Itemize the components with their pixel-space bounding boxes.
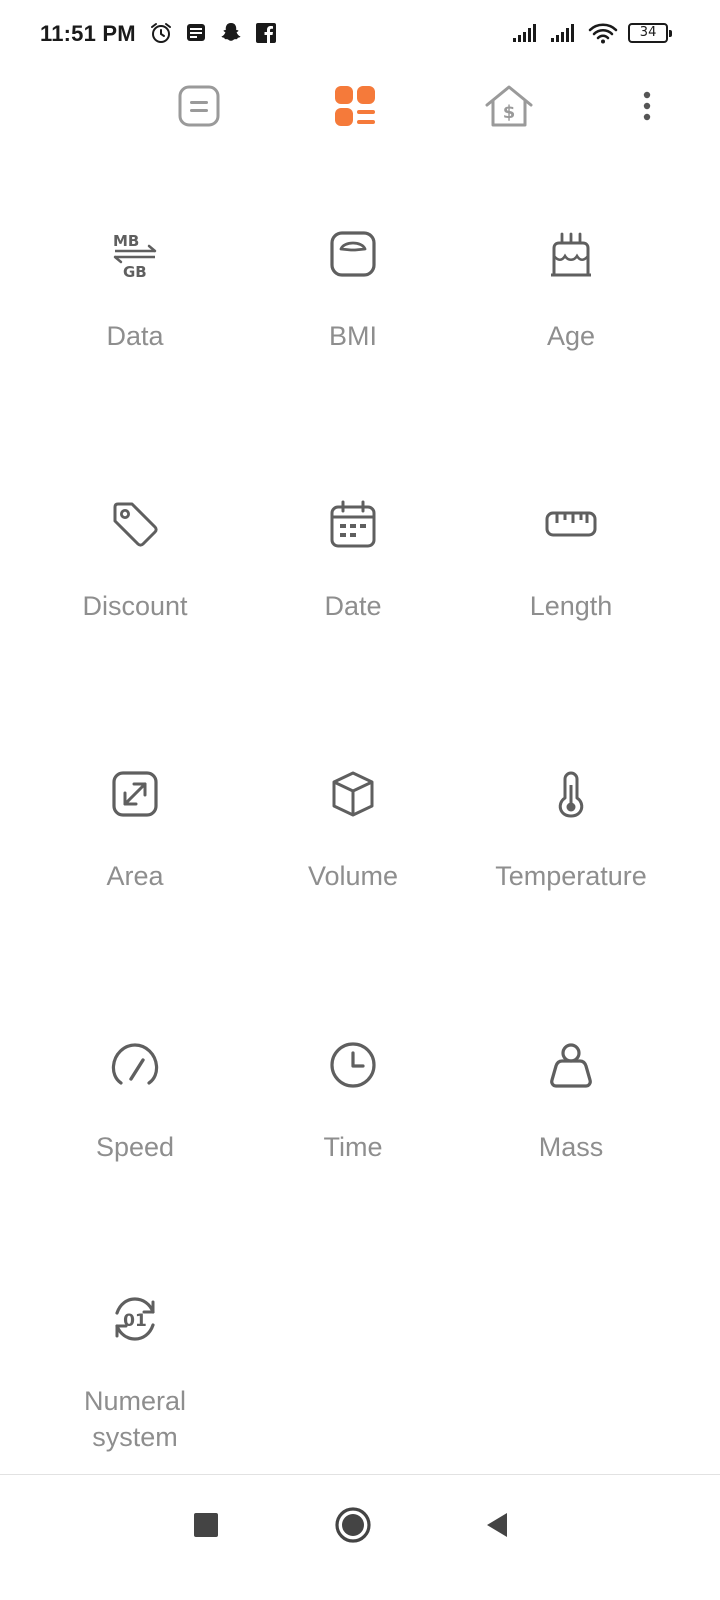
system-navigation-bar [0, 1475, 720, 1600]
alarm-icon [151, 23, 171, 43]
converter-label: Mass [538, 1132, 604, 1162]
svg-text:MB: MB [113, 232, 139, 250]
back-button[interactable] [469, 1497, 525, 1553]
converter-volume[interactable]: Volume [243, 768, 463, 998]
recents-square-icon [194, 1513, 218, 1537]
mb-gb-icon: MB GB [113, 232, 157, 280]
converter-tab-icon [335, 86, 375, 126]
ruler-icon [545, 511, 597, 537]
converter-mass[interactable]: Mass [461, 1039, 681, 1269]
converter-label: Discount [82, 591, 188, 621]
converter-label: BMI [328, 321, 377, 351]
calculator-tab-icon [178, 85, 220, 127]
converter-label: Length [529, 591, 613, 621]
more-vertical-icon [643, 91, 651, 121]
converter-data[interactable]: MB GB Data [25, 228, 245, 458]
converter-label: Speed [95, 1132, 175, 1162]
converter-bmi[interactable]: BMI [243, 228, 463, 458]
expand-icon [112, 771, 158, 817]
signal-sim1-icon [513, 24, 536, 42]
converter-temperature[interactable]: Temperature [461, 768, 681, 998]
tab-calculator[interactable] [173, 80, 225, 132]
converter-label: Numeral system [83, 1386, 187, 1452]
clock-icon [330, 1042, 376, 1088]
cube-icon [332, 771, 374, 817]
converter-discount[interactable]: Discount [25, 498, 245, 728]
converter-label: Volume [307, 861, 399, 891]
news-icon [187, 24, 205, 41]
tab-converter[interactable] [329, 80, 381, 132]
more-options-button[interactable] [630, 82, 664, 130]
tag-icon [113, 502, 158, 547]
weight-icon [550, 1043, 592, 1088]
facebook-icon [256, 23, 276, 43]
converter-time[interactable]: Time [243, 1039, 463, 1269]
status-time: 11:51 PM [40, 21, 136, 46]
converter-date[interactable]: Date [243, 498, 463, 728]
converter-age[interactable]: Age [461, 228, 681, 458]
recents-button[interactable] [178, 1497, 234, 1553]
system-icons: 34 [512, 22, 672, 44]
converter-speed[interactable]: Speed [25, 1039, 245, 1269]
battery-level: 34 [628, 23, 669, 43]
home-circle-icon [335, 1507, 371, 1543]
converter-label: Date [324, 591, 382, 621]
converter-label: Time [323, 1132, 383, 1162]
converter-label: Area [106, 861, 164, 891]
wifi-icon [588, 23, 618, 44]
converter-label: Temperature [495, 861, 647, 891]
converter-label: Data [106, 321, 164, 351]
numeral-system-icon: 01 [115, 1297, 155, 1341]
svg-text:GB: GB [123, 263, 147, 280]
converter-length[interactable]: Length [461, 498, 681, 728]
battery-icon: 34 [628, 23, 672, 43]
speedometer-icon [111, 1043, 159, 1085]
top-toolbar: $ [0, 70, 720, 136]
scale-icon [330, 231, 376, 277]
calendar-icon [330, 500, 376, 548]
thermometer-icon [558, 771, 584, 818]
tab-finance[interactable]: $ [483, 80, 535, 132]
converter-label: Age [546, 321, 596, 351]
finance-tab-icon: $ [485, 85, 533, 127]
back-triangle-icon [487, 1513, 507, 1537]
cake-icon [551, 232, 591, 277]
svg-text:$: $ [503, 102, 516, 123]
home-button[interactable] [325, 1497, 381, 1553]
notification-icons [149, 21, 277, 45]
battery-tip [669, 29, 672, 37]
converter-area[interactable]: Area [25, 768, 245, 998]
svg-text:01: 01 [123, 1311, 147, 1331]
signal-sim2-icon [551, 24, 574, 42]
snapchat-icon [221, 23, 241, 41]
status-bar: 11:51 PM 34 [0, 0, 720, 70]
